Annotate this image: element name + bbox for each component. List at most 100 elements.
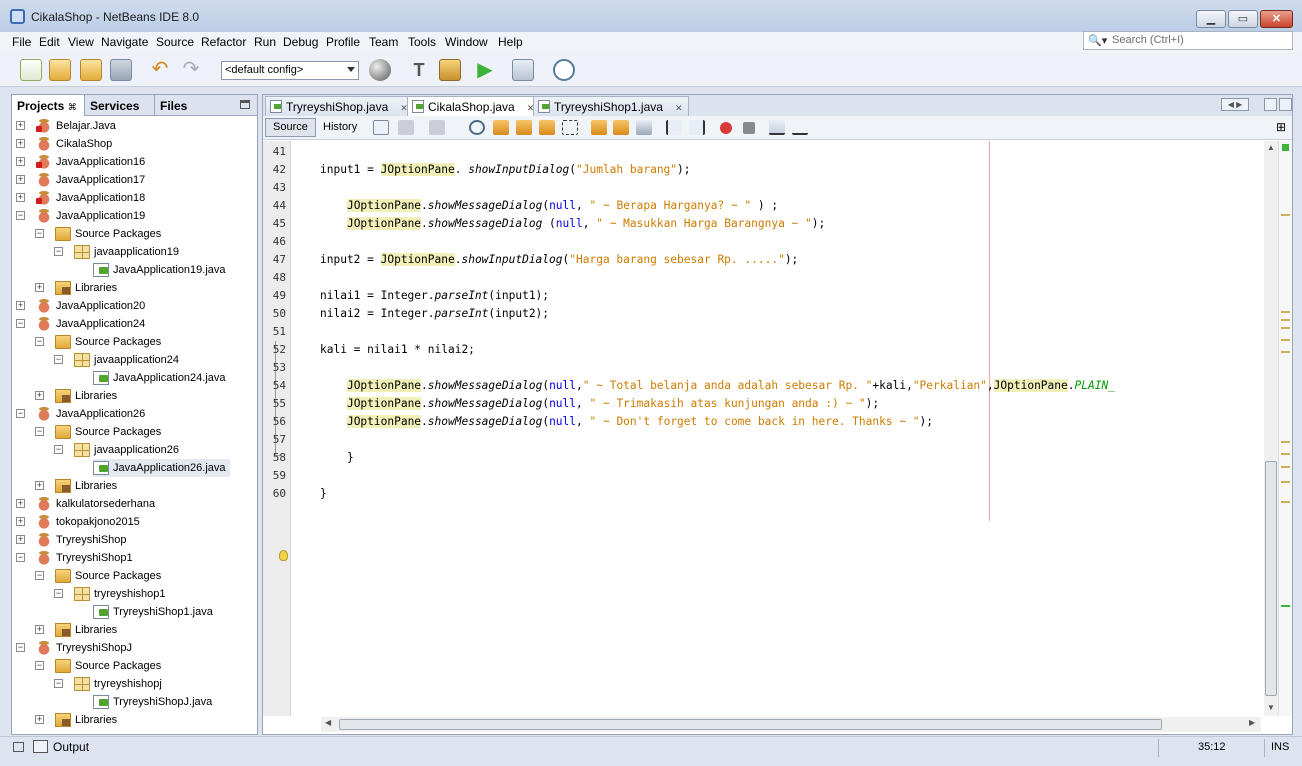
expand-icon[interactable]: + [16,121,25,130]
tree-item[interactable]: JavaApplication17 [36,171,145,189]
scroll-left-icon[interactable]: ◀ [325,718,331,727]
code-line[interactable]: input1 = JOptionPane. showInputDialog("J… [320,161,691,179]
tree-item[interactable]: tryreyshishopj [74,675,162,693]
previous-bookmark-icon[interactable] [591,120,607,135]
tree-item[interactable]: JavaApplication19.java [93,261,226,279]
expand-icon[interactable]: + [16,517,25,526]
horizontal-scroll-thumb[interactable] [339,719,1162,730]
vertical-scroll-thumb[interactable] [1265,461,1277,696]
editor-tab[interactable]: TryreyshiShop.java ✕ [265,96,415,116]
editor-tab[interactable]: TryreyshiShop1.java ✕ [533,96,690,116]
open-project-icon[interactable] [80,59,102,81]
expand-icon[interactable]: + [16,139,25,148]
tree-item[interactable]: JavaApplication26.java [93,459,230,477]
tree-item[interactable]: TryreyshiShopJ [36,639,132,657]
expand-icon[interactable]: + [16,301,25,310]
clean-build-icon[interactable] [439,59,461,81]
close-icon[interactable]: ⌘ [68,102,77,112]
collapse-icon[interactable]: − [35,661,44,670]
stop-macro-icon[interactable] [743,122,755,134]
split-editor-icon[interactable]: ⊞ [1273,120,1289,135]
collapse-icon[interactable]: − [54,679,63,688]
code-line[interactable]: JOptionPane.showMessageDialog(null, " ~ … [320,413,933,431]
comment-icon[interactable] [769,120,785,135]
restore-window-icon[interactable] [13,742,24,752]
tree-item[interactable]: Source Packages [55,225,161,243]
expand-icon[interactable]: + [16,499,25,508]
stripe-mark[interactable] [1281,339,1290,341]
tree-item[interactable]: Source Packages [55,657,161,675]
toggle-highlight-icon[interactable] [539,120,555,135]
menu-view[interactable]: View [68,35,94,49]
collapse-icon[interactable]: − [54,589,63,598]
collapse-icon[interactable]: − [16,211,25,220]
tree-item[interactable]: TryreyshiShop1.java [93,603,213,621]
scroll-down-icon[interactable]: ▼ [1267,703,1275,712]
tree-item[interactable]: tokopakjono2015 [36,513,140,531]
menu-debug[interactable]: Debug [283,35,318,49]
collapse-icon[interactable]: − [54,247,63,256]
tree-item[interactable]: CikalaShop [36,135,112,153]
tree-item[interactable]: Libraries [55,477,117,495]
collapse-icon[interactable]: − [16,643,25,652]
menu-navigate[interactable]: Navigate [101,35,148,49]
scroll-right-icon[interactable]: ▶ [1249,718,1255,727]
shift-left-icon[interactable] [666,120,682,135]
tree-item[interactable]: TryreyshiShopJ.java [93,693,212,711]
globe-icon[interactable] [369,59,391,81]
stripe-mark[interactable] [1281,311,1290,313]
tree-item[interactable]: Belajar.Java [36,117,116,135]
find-icon[interactable] [469,120,485,135]
menu-tools[interactable]: Tools [408,35,436,49]
tree-item[interactable]: JavaApplication26 [36,405,145,423]
new-project-icon[interactable] [49,59,71,81]
menu-file[interactable]: File [12,35,31,49]
collapse-icon[interactable]: − [16,553,25,562]
menu-run[interactable]: Run [254,35,276,49]
expand-icon[interactable]: + [16,193,25,202]
tree-item[interactable]: kalkulatorsederhana [36,495,155,513]
tree-item[interactable]: JavaApplication16 [36,153,145,171]
search-input[interactable]: 🔍▾ Search (Ctrl+I) [1083,31,1293,50]
code-line[interactable]: kali = nilai1 * nilai2; [320,341,475,359]
find-previous-icon[interactable] [493,120,509,135]
uncomment-icon[interactable] [792,120,808,135]
lightbulb-hint-icon[interactable] [279,550,288,561]
tree-item[interactable]: JavaApplication19 [36,207,145,225]
tree-item[interactable]: JavaApplication24 [36,315,145,333]
menu-edit[interactable]: Edit [39,35,60,49]
tree-item[interactable]: JavaApplication24.java [93,369,226,387]
collapse-icon[interactable]: − [35,229,44,238]
stripe-mark[interactable] [1281,453,1290,455]
tree-item[interactable]: Libraries [55,621,117,639]
profile-icon[interactable] [553,59,575,81]
tree-item[interactable]: JavaApplication20 [36,297,145,315]
expand-icon[interactable]: + [35,283,44,292]
back-icon[interactable] [398,120,414,135]
tree-item[interactable]: javaapplication26 [74,441,179,459]
code-line[interactable]: JOptionPane.showMessageDialog(null, " ~ … [320,395,879,413]
forward-icon[interactable] [429,120,445,135]
stripe-mark[interactable] [1281,214,1290,216]
expand-icon[interactable]: + [35,391,44,400]
expand-icon[interactable]: + [16,157,25,166]
stripe-mark[interactable] [1281,441,1290,443]
menu-source[interactable]: Source [156,35,194,49]
code-line[interactable]: JOptionPane.showMessageDialog (null, " ~… [320,215,825,233]
tree-item[interactable]: javaapplication24 [74,351,179,369]
tree-item[interactable]: tryreyshishop1 [74,585,166,603]
stripe-mark[interactable] [1281,351,1290,353]
menu-team[interactable]: Team [369,35,398,49]
new-file-icon[interactable] [20,59,42,81]
vertical-scrollbar[interactable]: ▲ ▼ [1264,141,1278,716]
tree-item[interactable]: Libraries [55,279,117,297]
code-line[interactable]: } [320,449,354,467]
maximize-button[interactable]: ▭ [1228,10,1258,28]
tree-item[interactable]: TryreyshiShop1 [36,549,133,567]
stripe-mark[interactable] [1281,327,1290,329]
maximize-editor-icon[interactable] [1279,98,1292,111]
shift-right-icon[interactable] [689,120,705,135]
redo-icon[interactable]: ↷ [180,59,202,81]
expand-icon[interactable]: + [35,715,44,724]
last-edit-icon[interactable] [373,120,389,135]
